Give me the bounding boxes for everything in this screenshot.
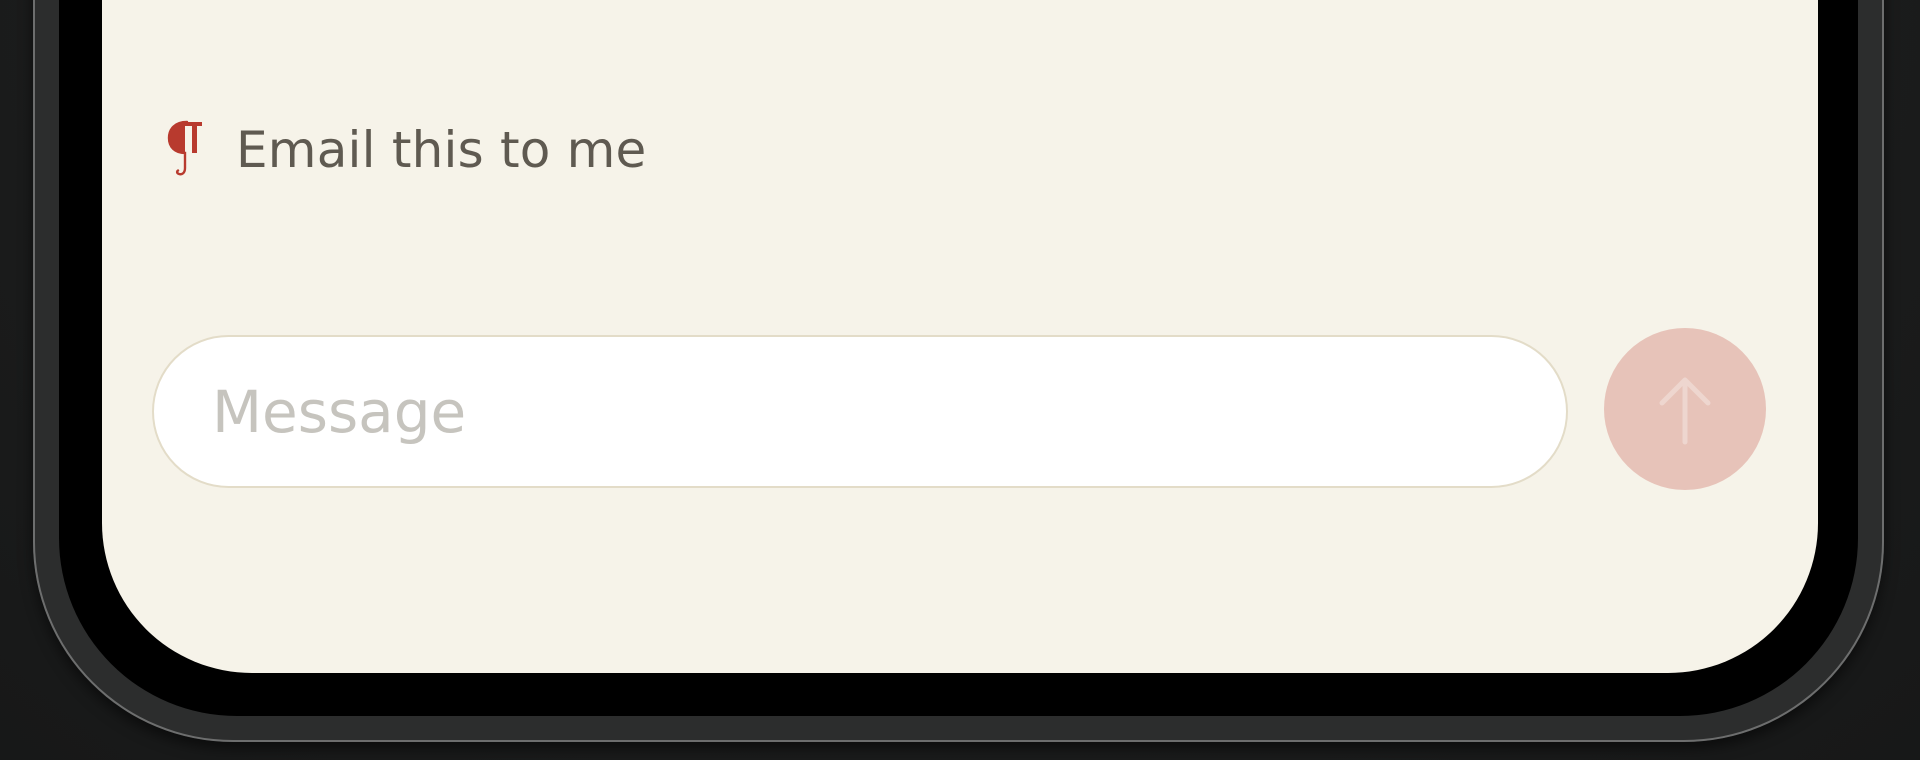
suggestion-label: Email this to me (236, 121, 647, 179)
message-input[interactable] (152, 335, 1568, 488)
pilcrow-icon (166, 118, 206, 182)
send-button[interactable] (1604, 328, 1766, 490)
chat-screen: Email this to me (102, 0, 1818, 673)
suggestion-email-this-to-me[interactable]: Email this to me (166, 115, 647, 185)
arrow-up-icon (1654, 372, 1716, 446)
